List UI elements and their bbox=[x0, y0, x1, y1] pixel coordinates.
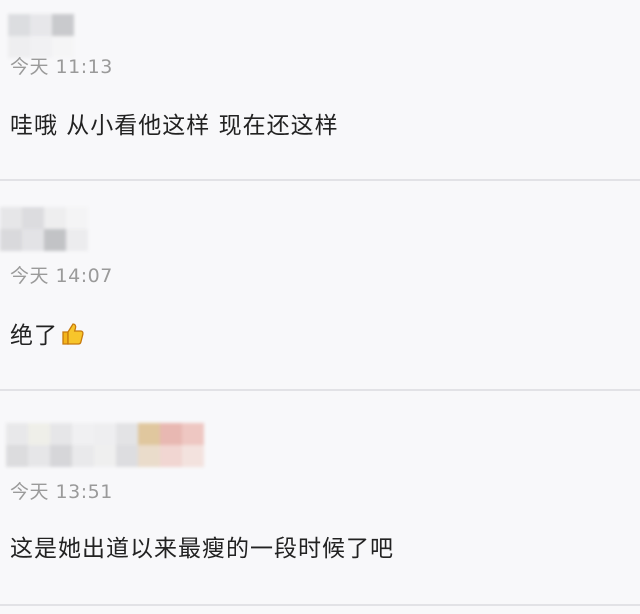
thumbs-up-icon bbox=[60, 321, 86, 353]
comment-timestamp: 今天 13:51 bbox=[10, 481, 113, 503]
comment-text: 哇哦 从小看他这样 现在还这样 bbox=[10, 113, 339, 139]
avatar-username-pixelated bbox=[6, 423, 204, 467]
divider bbox=[0, 604, 640, 606]
comment-text: 绝了 bbox=[10, 323, 58, 349]
comment-item: 今天 14:07 绝了 bbox=[0, 181, 640, 389]
comment-text-row: 绝了 bbox=[10, 316, 86, 353]
comment-text: 这是她出道以来最瘦的一段时候了吧 bbox=[10, 536, 394, 562]
comment-item: 今天 13:51 这是她出道以来最瘦的一段时候了吧 bbox=[0, 391, 640, 614]
comment-timestamp: 今天 11:13 bbox=[10, 56, 113, 78]
comment-timestamp: 今天 14:07 bbox=[10, 265, 113, 287]
comment-item: 今天 11:13 哇哦 从小看他这样 现在还这样 bbox=[0, 0, 640, 179]
avatar-username-pixelated bbox=[0, 207, 88, 251]
